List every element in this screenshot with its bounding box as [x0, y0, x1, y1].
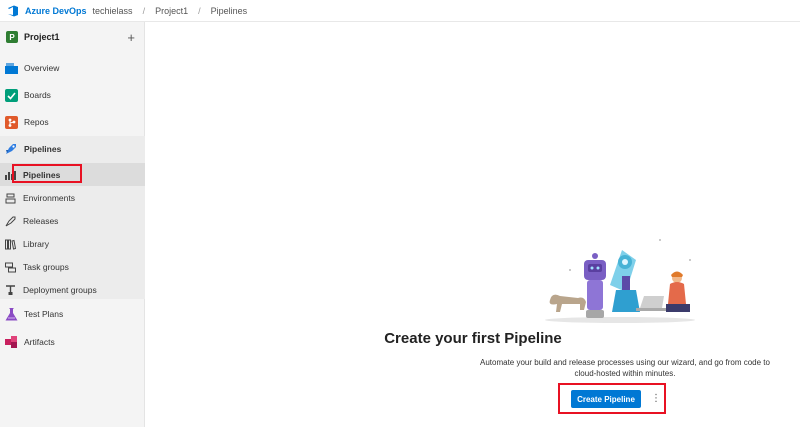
sidebar-subitem-releases[interactable]: Releases — [0, 212, 145, 230]
breadcrumb-org[interactable]: techielass — [93, 6, 133, 16]
pipeline-illustration — [545, 239, 695, 323]
sidebar: P Project1 + Overview Boards Repos Pipel… — [0, 22, 145, 427]
project-name: Project1 — [24, 32, 60, 42]
breadcrumb-separator: / — [198, 5, 201, 16]
sidebar-item-label: Artifacts — [24, 337, 55, 347]
test-plans-icon — [4, 307, 18, 321]
sidebar-item-repos[interactable]: Repos — [0, 112, 145, 132]
add-icon[interactable]: + — [127, 30, 135, 45]
boards-icon — [4, 88, 18, 102]
environments-icon — [5, 193, 16, 204]
sidebar-item-artifacts[interactable]: Artifacts — [0, 332, 145, 352]
task-groups-icon — [5, 262, 16, 273]
sidebar-item-label: Boards — [24, 90, 51, 100]
sidebar-item-overview[interactable]: Overview — [0, 58, 145, 78]
brand-link[interactable]: Azure DevOps — [25, 6, 87, 16]
repos-icon — [4, 115, 18, 129]
sidebar-item-label: Library — [23, 239, 49, 249]
page-title: Create your first Pipeline — [384, 330, 562, 347]
library-icon — [5, 239, 16, 250]
sidebar-item-label: Repos — [24, 117, 49, 127]
sidebar-item-label: Test Plans — [24, 309, 64, 319]
breadcrumb-page[interactable]: Pipelines — [211, 6, 248, 16]
highlight-box-create — [558, 383, 666, 414]
sidebar-subitem-deployment-groups[interactable]: Deployment groups — [0, 281, 145, 299]
sidebar-item-label: Overview — [24, 63, 60, 73]
breadcrumb-separator: / — [142, 5, 146, 16]
sidebar-item-label: Pipelines — [24, 144, 62, 154]
sidebar-item-label: Deployment groups — [23, 285, 97, 295]
project-header[interactable]: P Project1 + — [0, 22, 144, 52]
sidebar-item-boards[interactable]: Boards — [0, 85, 145, 105]
releases-icon — [5, 216, 16, 227]
sidebar-item-label: Environments — [23, 193, 75, 203]
artifacts-icon — [4, 335, 18, 349]
sidebar-item-label: Task groups — [23, 262, 69, 272]
sidebar-subitem-task-groups[interactable]: Task groups — [0, 258, 145, 276]
breadcrumb-project[interactable]: Project1 — [155, 6, 188, 16]
sidebar-subitem-environments[interactable]: Environments — [0, 189, 145, 207]
azure-devops-logo-icon[interactable] — [7, 5, 19, 17]
sidebar-item-pipelines[interactable]: Pipelines — [0, 138, 145, 160]
top-bar: Azure DevOps techielass / Project1 / Pip… — [0, 0, 800, 22]
sidebar-subitem-library[interactable]: Library — [0, 235, 145, 253]
pipelines-icon — [4, 142, 18, 156]
overview-icon — [4, 61, 18, 75]
deployment-groups-icon — [5, 284, 16, 296]
project-badge: P — [6, 31, 18, 43]
page-description: Automate your build and release processe… — [480, 358, 770, 378]
sidebar-item-test-plans[interactable]: Test Plans — [0, 304, 145, 324]
highlight-box-pipelines — [12, 164, 82, 183]
sidebar-item-label: Releases — [23, 216, 59, 226]
